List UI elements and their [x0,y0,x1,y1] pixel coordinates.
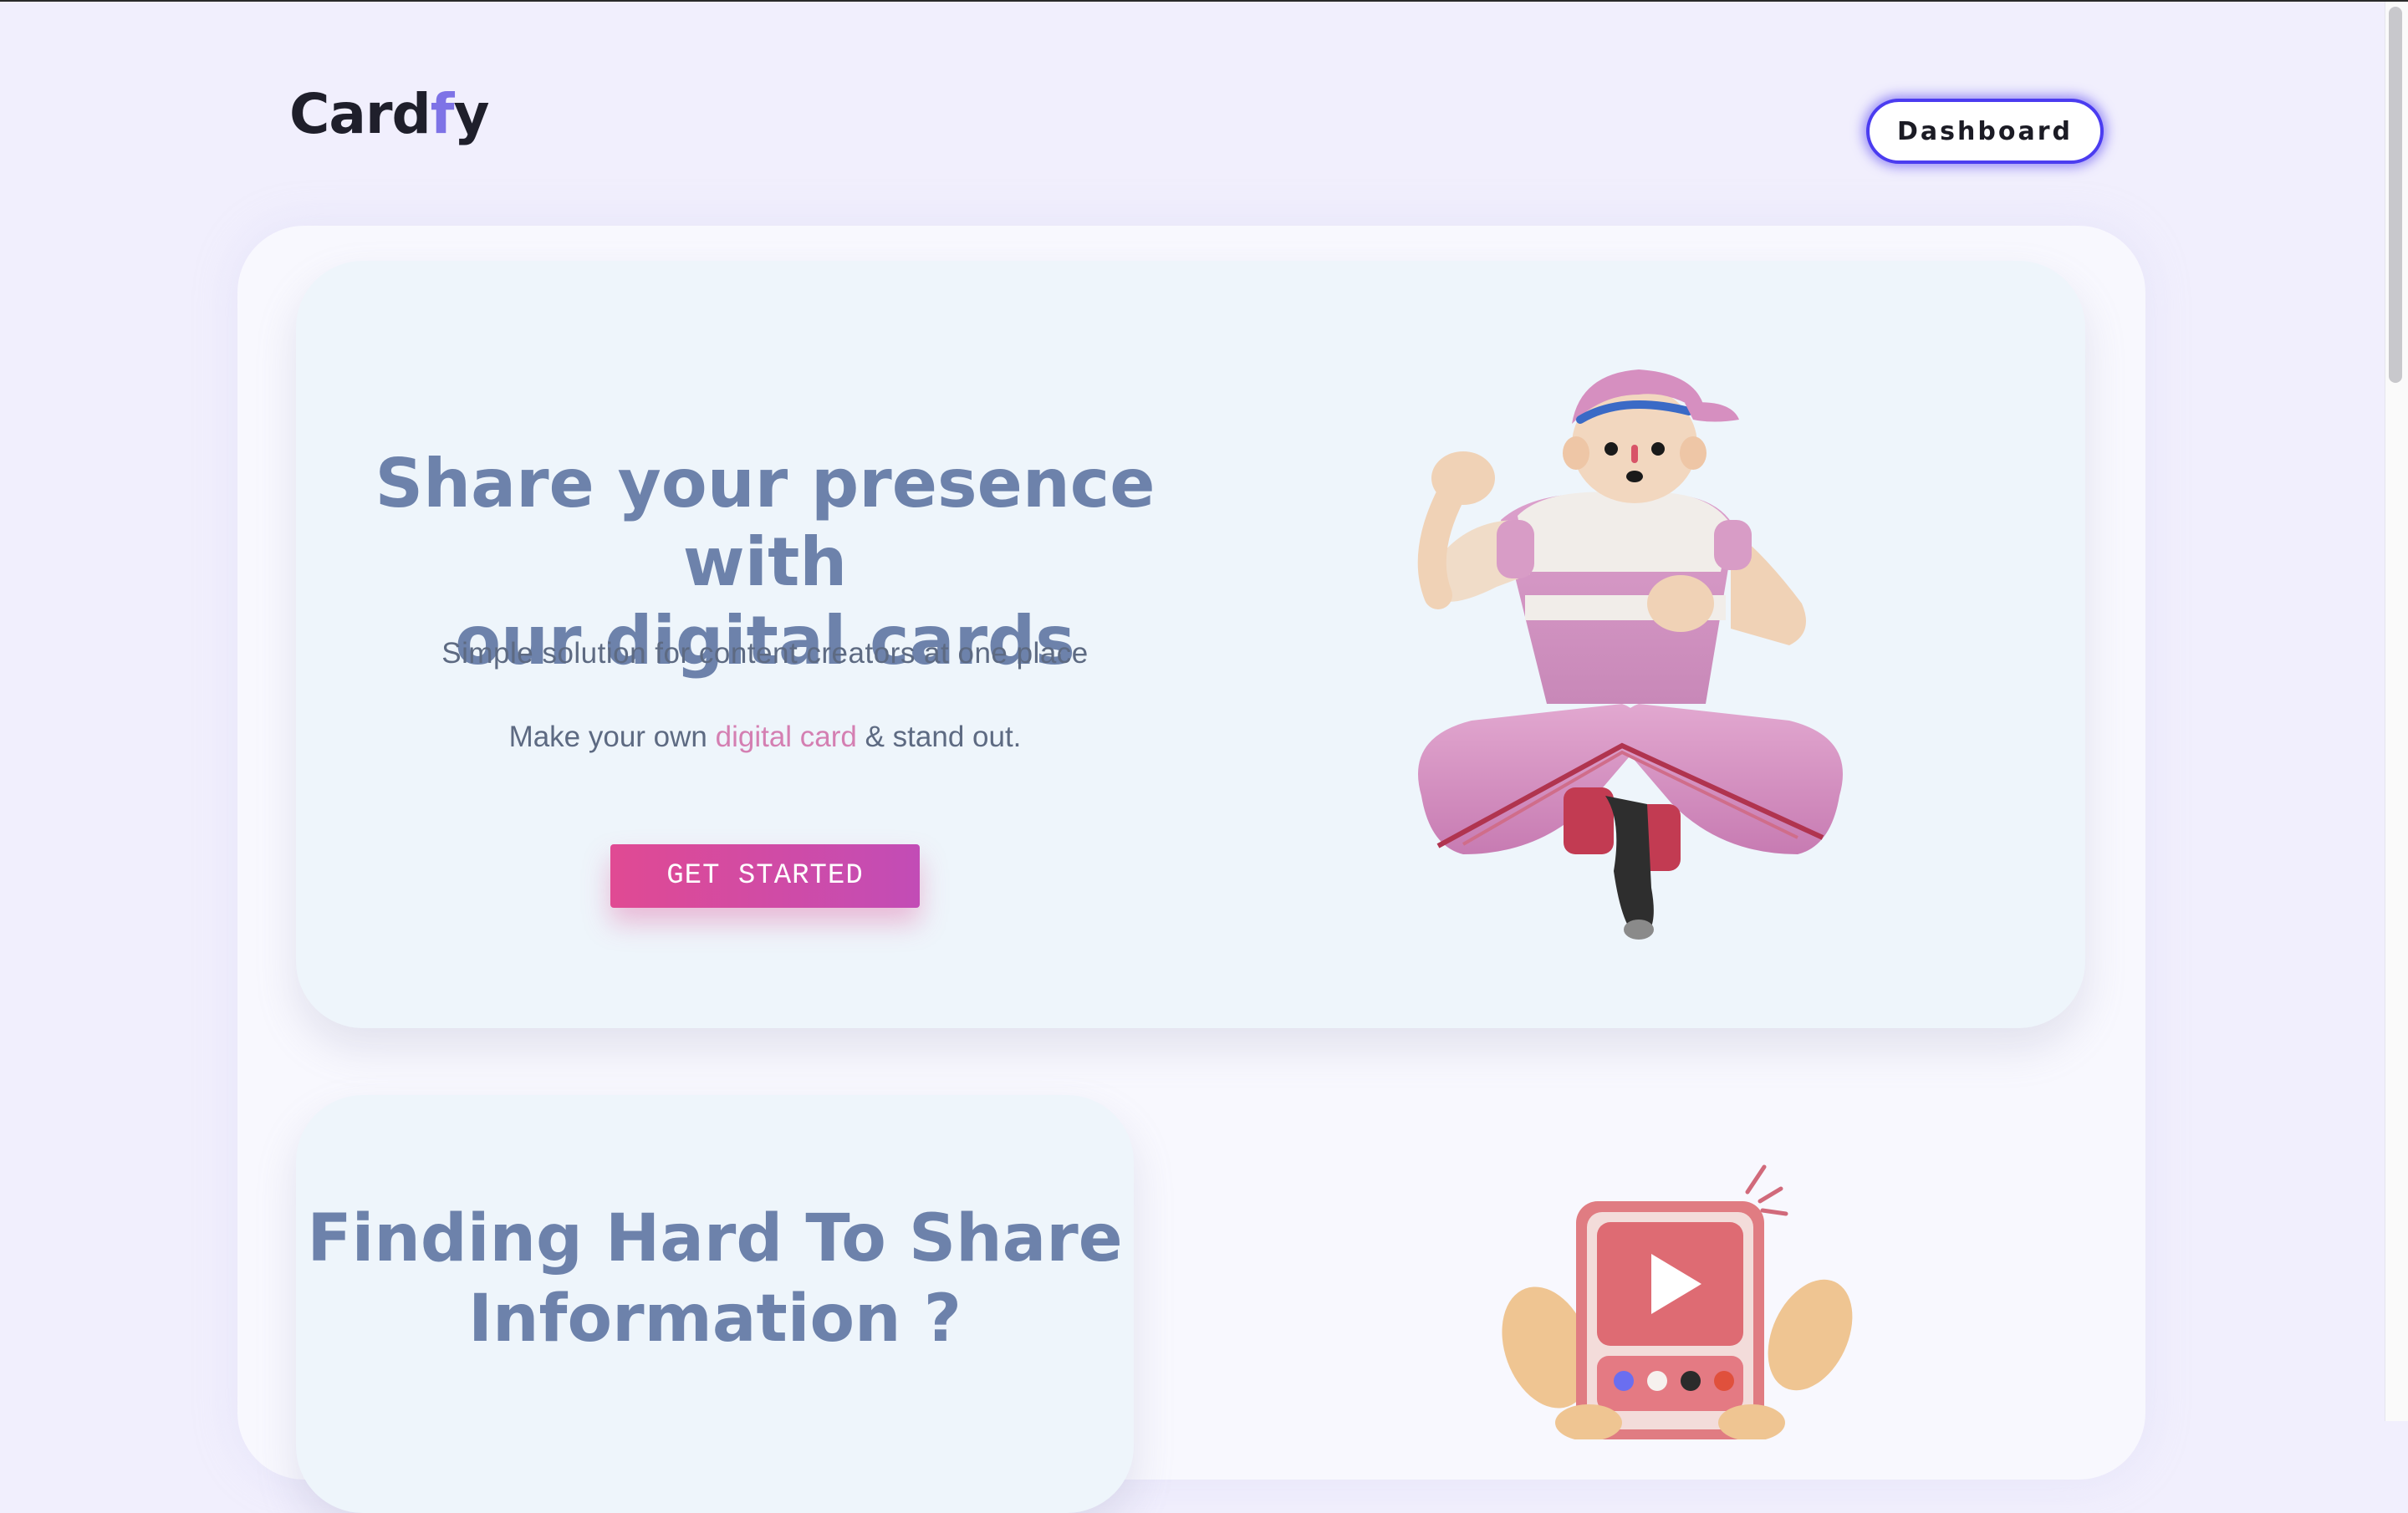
scrollbar-thumb[interactable] [2389,7,2402,383]
hero-subtitle: Simple solution for content creators at … [441,637,1089,670]
tagline-highlight: digital card [715,721,857,753]
logo-text-tail: y [453,82,490,146]
get-started-button[interactable]: GET STARTED [610,844,920,908]
jumping-person-illustration [1417,369,1843,940]
logo-text-accent: f [430,82,455,146]
logo-text-main: Card [289,82,431,146]
problem-title: Finding Hard To Share Information ? [296,1199,1134,1359]
problem-title-line1: Finding Hard To Share [307,1201,1123,1276]
brand-logo[interactable]: Cardfy [289,82,490,146]
hero-title-line1: Share your presence with [375,445,1156,601]
tagline-suffix: & stand out. [856,721,1022,753]
hero-tagline: Make your own digital card & stand out. [334,721,1196,754]
hand-holding-phone-video-illustration [1502,1164,1853,1439]
problem-title-line2: Information ? [468,1281,962,1357]
tagline-prefix: Make your own [508,721,716,753]
dashboard-button[interactable]: Dashboard [1866,99,2104,164]
